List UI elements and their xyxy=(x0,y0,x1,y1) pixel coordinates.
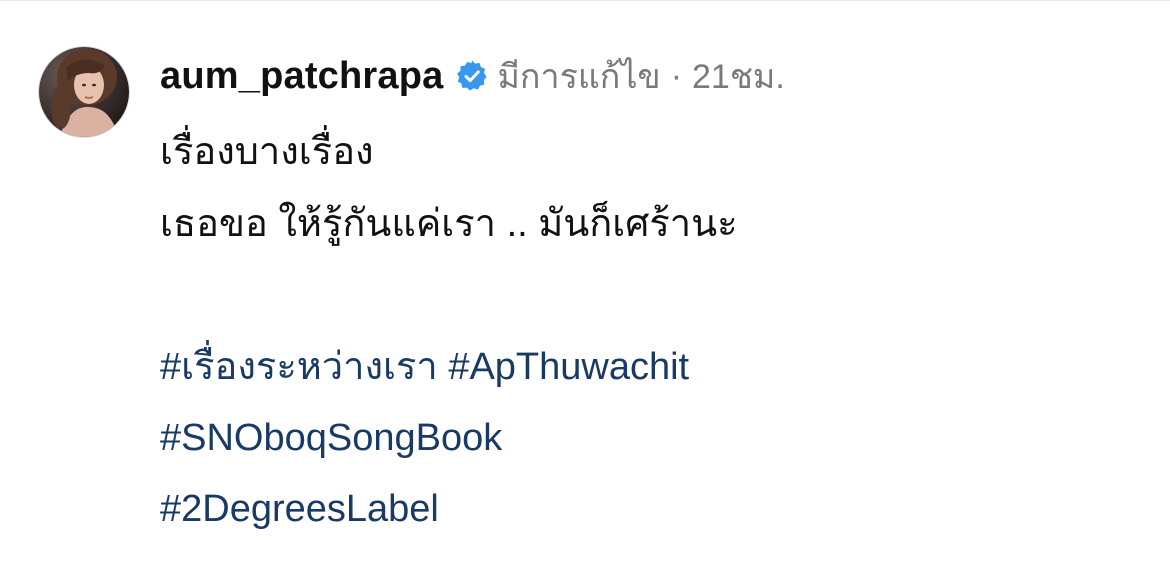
avatar[interactable] xyxy=(38,46,130,138)
profile-photo-icon xyxy=(39,47,129,137)
top-divider xyxy=(0,0,1170,1)
hashtag-link[interactable]: #ApThuwachit xyxy=(448,346,689,388)
meta-separator: · xyxy=(670,56,683,95)
edited-label: มีการแก้ไข xyxy=(497,58,661,96)
post-content: aum_patchrapa มีการแก้ไข · 21ชม. เรื่องบ… xyxy=(160,44,1150,545)
caption-line-1: เรื่องบางเรื่อง xyxy=(160,131,374,173)
caption: เรื่องบางเรื่อง เธอขอ ให้รู้กันแค่เรา ..… xyxy=(160,116,1150,332)
caption-line-2: เธอขอ ให้รู้กันแค่เรา .. มันก็เศร้านะ xyxy=(160,203,738,245)
hashtag-line-1: #เรื่องระหว่างเรา #ApThuwachit xyxy=(160,332,1150,403)
verified-badge-icon xyxy=(455,59,489,93)
post-timestamp: 21ชม. xyxy=(692,58,785,96)
hashtag-line-3: #2DegreesLabel xyxy=(160,474,1150,545)
username-link[interactable]: aum_patchrapa xyxy=(160,55,443,98)
hashtag-line-2: #SNOboqSongBook xyxy=(160,403,1150,474)
hashtag-block: #เรื่องระหว่างเรา #ApThuwachit #SNOboqSo… xyxy=(160,332,1150,545)
hashtag-link[interactable]: #SNOboqSongBook xyxy=(160,417,502,459)
hashtag-link[interactable]: #2DegreesLabel xyxy=(160,488,439,530)
hashtag-link[interactable]: #เรื่องระหว่างเรา xyxy=(160,346,438,388)
post-header: aum_patchrapa มีการแก้ไข · 21ชม. xyxy=(160,44,1150,108)
